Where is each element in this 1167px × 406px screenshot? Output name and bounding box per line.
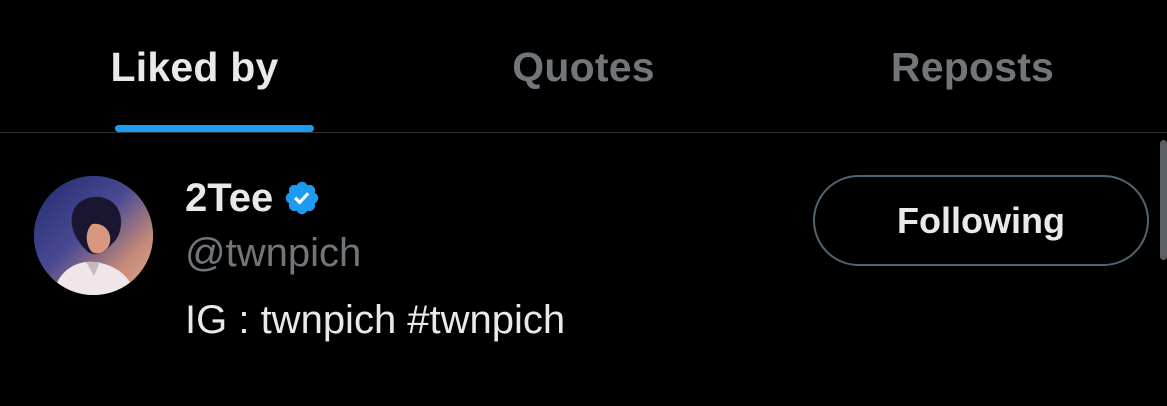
avatar-image	[34, 176, 153, 295]
following-button[interactable]: Following	[813, 175, 1149, 266]
user-handle: @twnpich	[185, 231, 362, 275]
tab-liked-by-label: Liked by	[110, 44, 279, 90]
name-line: 2Tee	[185, 176, 321, 220]
tab-bar: Liked by Quotes Reposts	[0, 0, 1167, 133]
scrollbar[interactable]	[1160, 140, 1167, 260]
user-list-item[interactable]: 2Tee @twnpich IG : twnpich #twnpich Foll…	[0, 133, 1167, 406]
avatar[interactable]	[34, 176, 153, 295]
verified-badge-icon	[285, 181, 319, 215]
user-bio: IG : twnpich #twnpich	[185, 298, 566, 342]
tab-quotes-label: Quotes	[512, 44, 655, 90]
active-tab-indicator	[115, 125, 314, 132]
tab-reposts[interactable]: Reposts	[778, 0, 1167, 132]
display-name[interactable]: 2Tee	[185, 176, 273, 221]
likes-page: Liked by Quotes Reposts 2Tee @twnpich IG…	[0, 0, 1167, 406]
tab-quotes[interactable]: Quotes	[389, 0, 778, 132]
tab-liked-by[interactable]: Liked by	[0, 0, 389, 132]
tab-reposts-label: Reposts	[890, 44, 1055, 90]
